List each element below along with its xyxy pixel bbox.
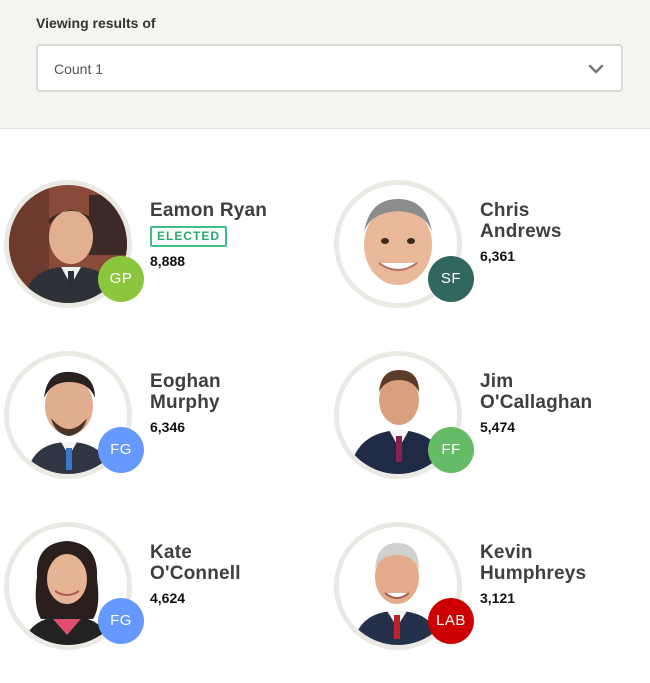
party-badge: GP [98,256,144,302]
candidate-card[interactable]: FG Eoghan Murphy 6,346 [0,351,320,491]
filter-label: Viewing results of [36,15,156,31]
candidate-card[interactable]: LAB Kevin Humphreys 3,121 [330,522,650,662]
vote-count: 6,361 [480,248,516,264]
elected-badge: ELECTED [150,226,228,247]
results-filter-panel: Viewing results of Count 1 [0,0,650,129]
vote-count: 4,624 [150,590,186,606]
candidate-card[interactable]: SF Chris Andrews 6,361 [330,180,650,320]
candidate-name: Kevin Humphreys [480,542,587,584]
candidate-name: Eamon Ryan [150,200,268,221]
candidate-card[interactable]: GP Eamon Ryan ELECTED 8,888 [0,180,320,320]
candidate-name: Kate O'Connell [150,542,241,584]
candidate-grid: GP Eamon Ryan ELECTED 8,888 SF Chris And… [0,128,650,683]
vote-count: 5,474 [480,419,516,435]
count-select[interactable]: Count 1 [36,44,623,92]
chevron-down-icon [588,64,604,74]
vote-count: 3,121 [480,590,516,606]
vote-count: 6,346 [150,419,186,435]
party-badge: SF [428,256,474,302]
vote-count: 8,888 [150,253,186,269]
party-badge: LAB [428,598,474,644]
party-badge: FF [428,427,474,473]
candidate-card[interactable]: FF Jim O'Callaghan 5,474 [330,351,650,491]
count-select-value: Count 1 [54,61,104,77]
candidate-name: Jim O'Callaghan [480,371,593,413]
candidate-name: Eoghan Murphy [150,371,221,413]
candidate-card[interactable]: FG Kate O'Connell 4,624 [0,522,320,662]
candidate-name: Chris Andrews [480,200,562,242]
party-badge: FG [98,598,144,644]
party-badge: FG [98,427,144,473]
